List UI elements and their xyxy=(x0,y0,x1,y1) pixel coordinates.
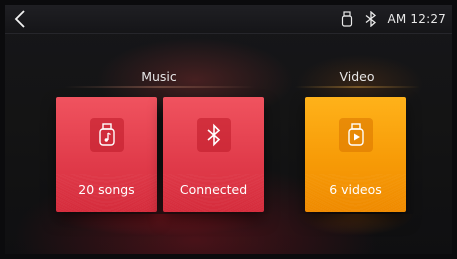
usb-drive-icon xyxy=(339,11,355,27)
media-home-screen: AM 12:27 Music Video 20 songs Connected xyxy=(5,5,452,254)
usb-music-card[interactable]: 20 songs xyxy=(56,97,157,212)
status-indicators: AM 12:27 xyxy=(339,5,446,33)
video-count-label: 6 videos xyxy=(329,182,382,197)
video-section-title: Video xyxy=(339,69,375,84)
song-count-label: 20 songs xyxy=(78,182,135,197)
bluetooth-music-card[interactable]: Connected xyxy=(163,97,264,212)
music-cards-reflection xyxy=(50,214,275,236)
usb-music-icon xyxy=(89,118,124,152)
back-button[interactable] xyxy=(7,7,33,31)
music-section-title: Music xyxy=(141,69,177,84)
bluetooth-icon xyxy=(363,11,379,27)
chevron-left-icon xyxy=(14,10,25,28)
bluetooth-status-label: Connected xyxy=(179,182,248,197)
status-bar: AM 12:27 xyxy=(5,5,452,34)
music-title-underline xyxy=(65,86,255,88)
video-cards-reflection xyxy=(297,214,415,236)
usb-video-icon xyxy=(338,118,373,152)
usb-video-card[interactable]: 6 videos xyxy=(305,97,406,212)
clock: AM 12:27 xyxy=(387,12,446,26)
video-title-underline xyxy=(295,86,420,88)
bluetooth-icon xyxy=(196,118,231,152)
